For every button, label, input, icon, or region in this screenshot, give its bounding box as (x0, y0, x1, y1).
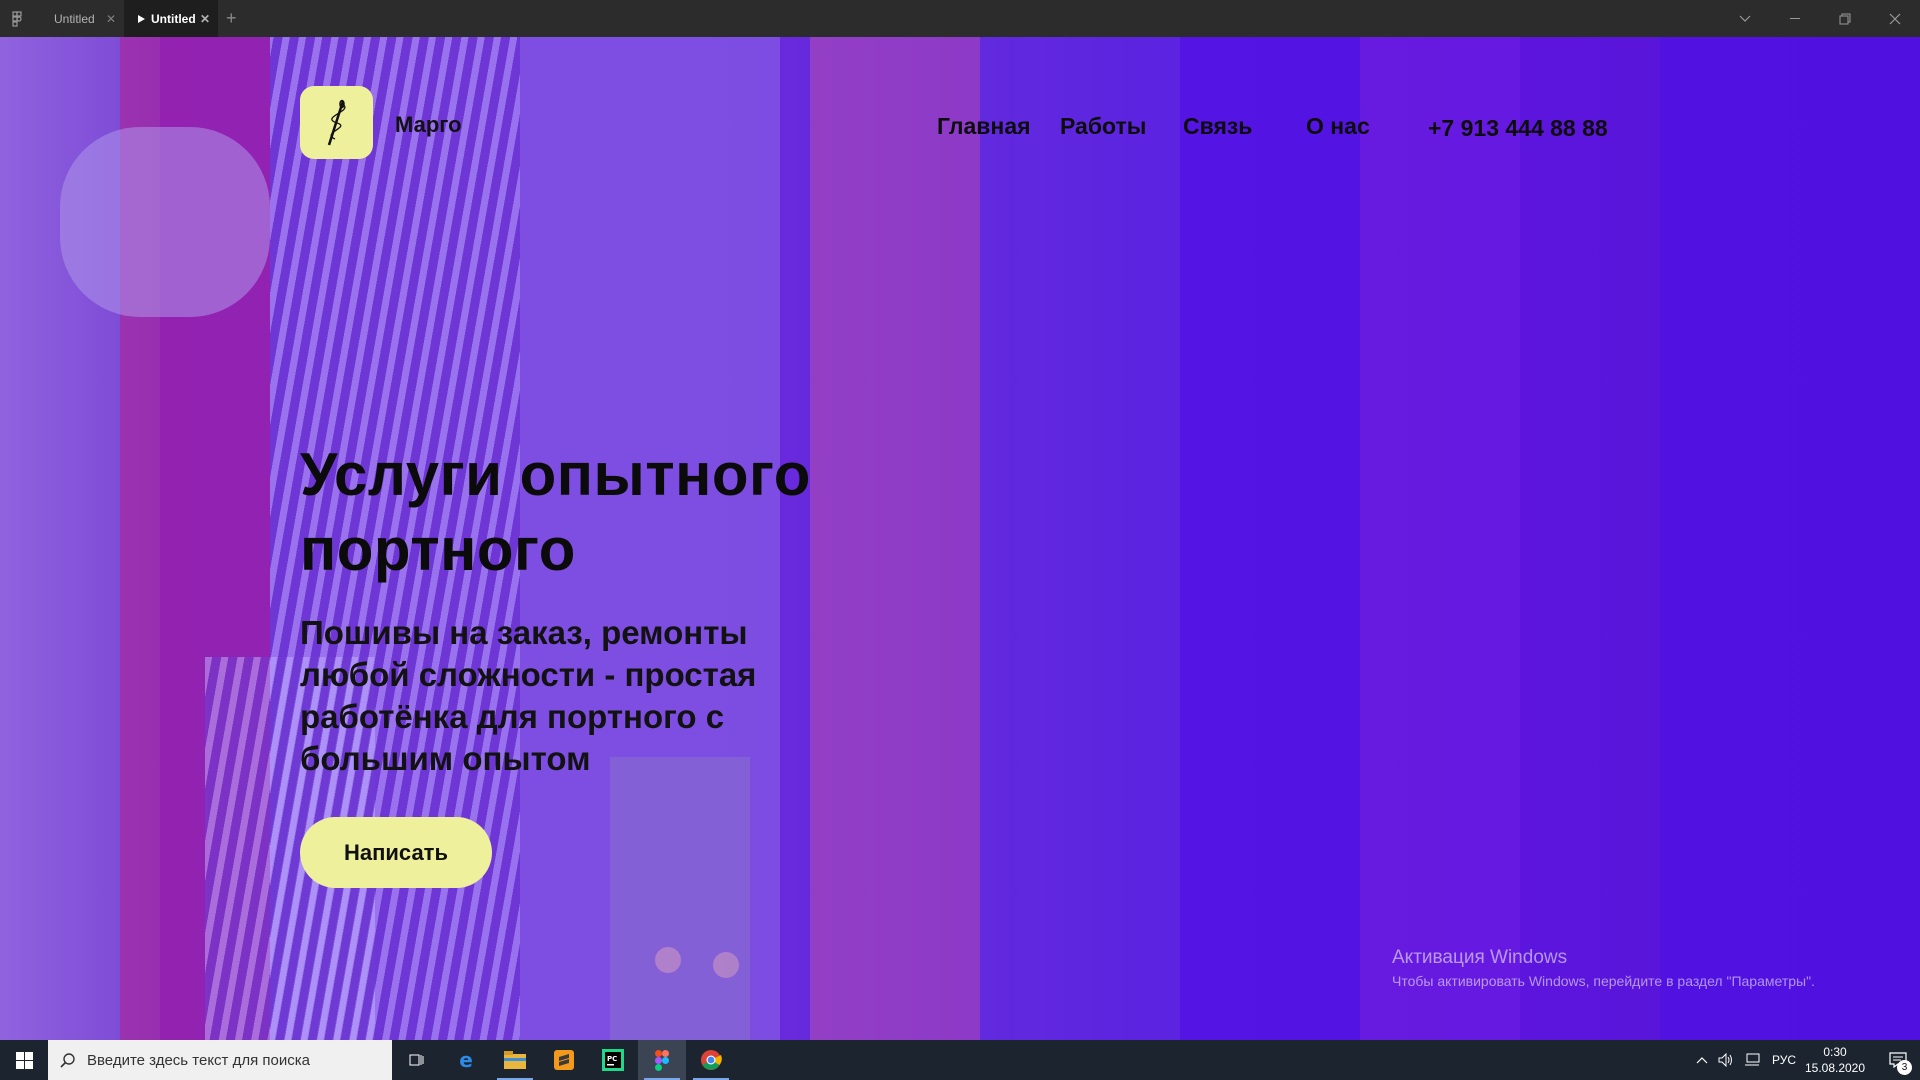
windows-start-icon[interactable] (0, 1040, 48, 1080)
hero-title: Услуги опытного портного (300, 437, 940, 587)
hero-subtitle: Пошивы на заказ, ремонты любой сложности… (300, 614, 757, 777)
logo[interactable] (300, 86, 373, 159)
chrome-icon[interactable] (687, 1040, 735, 1080)
hero-section: Марго Главная Работы Связь О нас +7 913 … (0, 37, 1920, 1040)
play-icon (138, 14, 145, 23)
tab-untitled-2[interactable]: Untitled ✕ (124, 0, 218, 37)
nav-home[interactable]: Главная (937, 113, 1031, 140)
show-hidden-icons-icon[interactable] (1696, 1040, 1708, 1080)
tab-untitled-1[interactable]: Untitled ✕ (40, 0, 124, 37)
close-tab-icon[interactable]: ✕ (106, 12, 116, 26)
date: 15.08.2020 (1804, 1061, 1866, 1075)
task-view-icon[interactable] (392, 1040, 440, 1080)
notifications-icon[interactable]: 3 (1876, 1040, 1920, 1080)
language-indicator[interactable]: РУС (1772, 1040, 1796, 1080)
activation-title: Активация Windows (1392, 947, 1568, 968)
figma-titlebar: Untitled ✕ Untitled ✕ + (0, 0, 1920, 37)
nav-works[interactable]: Работы (1060, 113, 1146, 140)
figma-icon[interactable] (638, 1040, 686, 1080)
svg-text:e: e (459, 1049, 473, 1071)
search-icon (60, 1052, 75, 1068)
activation-text: Чтобы активировать Windows, перейдите в … (1392, 973, 1815, 989)
restore-icon[interactable] (1820, 0, 1870, 37)
nav-about[interactable]: О нас (1306, 113, 1370, 140)
taskbar-search-box[interactable]: Введите здесь текст для поиска (48, 1040, 392, 1080)
volume-icon[interactable] (1718, 1040, 1734, 1080)
svg-text:PC: PC (607, 1055, 617, 1063)
sublime-text-icon[interactable] (540, 1040, 588, 1080)
brand-name[interactable]: Марго (395, 112, 462, 138)
tab-label: Untitled (54, 11, 95, 26)
phone-number[interactable]: +7 913 444 88 88 (1428, 115, 1608, 142)
close-tab-icon[interactable]: ✕ (200, 12, 210, 26)
chevron-down-icon[interactable] (1720, 0, 1770, 37)
minimize-icon[interactable] (1770, 0, 1820, 37)
close-window-icon[interactable] (1870, 0, 1920, 37)
windows-activation-watermark: Активация Windows Чтобы активировать Win… (1392, 947, 1815, 989)
taskbar: Введите здесь текст для поиска e PC РУС … (0, 1040, 1920, 1080)
tab-label: Untitled (151, 11, 196, 26)
edge-icon[interactable]: e (442, 1040, 490, 1080)
notification-count: 3 (1897, 1060, 1912, 1075)
nav-contact[interactable]: Связь (1183, 113, 1252, 140)
needle-thread-icon (327, 99, 345, 145)
network-icon[interactable] (1744, 1040, 1760, 1080)
figma-menu-icon[interactable] (12, 11, 26, 27)
write-button[interactable]: Написать (300, 817, 492, 888)
hero-title-line1: Услуги опытного (300, 441, 811, 508)
hero-title-line2: портного (300, 516, 576, 583)
file-explorer-icon[interactable] (491, 1040, 539, 1080)
pycharm-icon[interactable]: PC (589, 1040, 637, 1080)
clock[interactable]: 0:30 15.08.2020 (1800, 1044, 1870, 1076)
search-placeholder: Введите здесь текст для поиска (87, 1051, 310, 1069)
add-tab-icon[interactable]: + (226, 8, 237, 29)
time: 0:30 (1823, 1045, 1847, 1059)
